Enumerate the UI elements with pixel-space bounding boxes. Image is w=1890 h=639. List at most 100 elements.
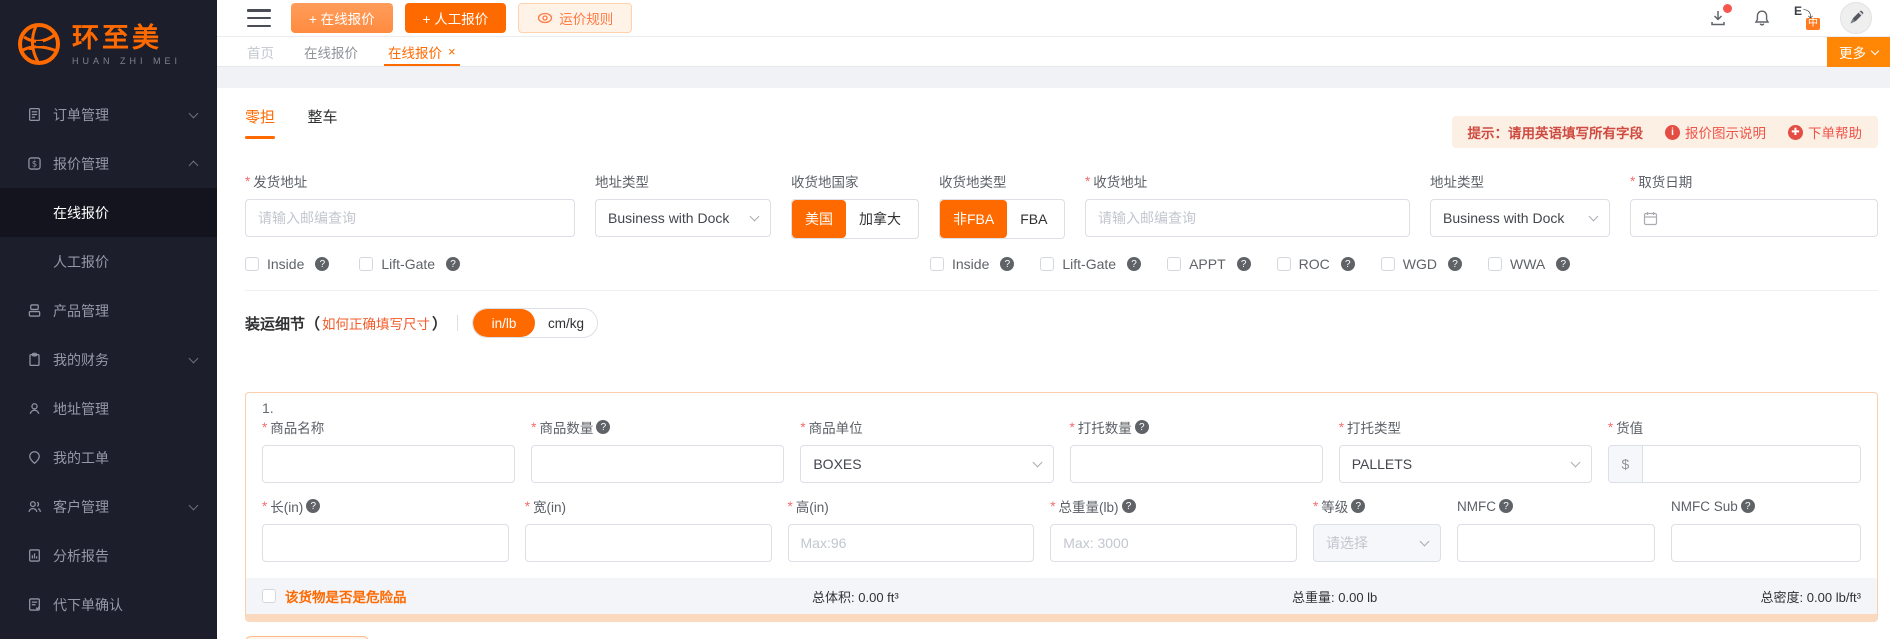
manual-quote-button[interactable]: + 人工报价 bbox=[405, 3, 507, 33]
help-icon[interactable]: ? bbox=[1448, 257, 1462, 271]
to-type-select[interactable]: Business with Dock bbox=[1430, 199, 1610, 237]
sidebar-item-order-confirm[interactable]: 代下单确认 bbox=[0, 580, 217, 629]
sidebar-item-orders[interactable]: 订单管理 bbox=[0, 90, 217, 139]
dimension-guide-link[interactable]: 如何正确填写尺寸 bbox=[322, 313, 430, 333]
unit-cmkg-option[interactable]: cm/kg bbox=[535, 309, 597, 337]
checkbox[interactable] bbox=[1040, 257, 1054, 271]
bell-icon[interactable] bbox=[1750, 6, 1774, 30]
sidebar-item-reports[interactable]: 分析报告 bbox=[0, 531, 217, 580]
help-icon[interactable]: ? bbox=[1122, 499, 1136, 513]
avatar[interactable] bbox=[1840, 2, 1872, 34]
sidebar-item-quotes[interactable]: $ 报价管理 bbox=[0, 139, 217, 188]
item-unit-field: 商品单位 BOXES bbox=[800, 418, 1053, 483]
non-fba-option[interactable]: 非FBA bbox=[940, 200, 1007, 238]
tab-home[interactable]: 首页 bbox=[247, 37, 274, 66]
hazard-checkbox[interactable]: 该货物是否是危险品 bbox=[262, 586, 812, 606]
download-icon[interactable] bbox=[1706, 6, 1730, 30]
more-button[interactable]: 更多 bbox=[1827, 37, 1890, 67]
sidebar-item-products[interactable]: 产品管理 bbox=[0, 286, 217, 335]
tab-ltl[interactable]: 零担 bbox=[245, 106, 275, 139]
sidebar-item-customers[interactable]: 客户管理 bbox=[0, 482, 217, 531]
nmfc-sub-input[interactable] bbox=[1684, 535, 1848, 551]
checkbox[interactable] bbox=[359, 257, 373, 271]
required-asterisk bbox=[245, 174, 253, 189]
delivery-liftgate-option[interactable]: Lift-Gate? bbox=[1040, 256, 1141, 272]
help-icon[interactable]: ? bbox=[1499, 499, 1513, 513]
help-icon[interactable]: ? bbox=[1351, 499, 1365, 513]
help-icon[interactable]: ? bbox=[596, 420, 610, 434]
close-icon[interactable]: × bbox=[448, 44, 456, 59]
from-type-field: 地址类型 Business with Dock bbox=[595, 172, 771, 239]
chevron-down-icon bbox=[1871, 46, 1879, 54]
item-qty-field: 商品数量? bbox=[531, 418, 784, 483]
rate-rules-button[interactable]: 运价规则 bbox=[518, 3, 632, 33]
from-type-select[interactable]: Business with Dock bbox=[595, 199, 771, 237]
pickup-date-input[interactable] bbox=[1630, 199, 1878, 237]
order-help-link[interactable]: ✚ 下单帮助 bbox=[1788, 122, 1862, 142]
translate-icon[interactable]: E⤵中 bbox=[1794, 6, 1820, 30]
weight-input[interactable] bbox=[1063, 535, 1284, 551]
country-ca-option[interactable]: 加拿大 bbox=[846, 200, 914, 238]
pickup-liftgate-option[interactable]: Lift-Gate? bbox=[359, 256, 460, 272]
checkbox[interactable] bbox=[262, 589, 276, 603]
delivery-appt-option[interactable]: APPT? bbox=[1167, 256, 1251, 272]
sidebar-item-addresses[interactable]: 地址管理 bbox=[0, 384, 217, 433]
delivery-roc-option[interactable]: ROC? bbox=[1277, 256, 1355, 272]
delivery-wgd-option[interactable]: WGD? bbox=[1381, 256, 1462, 272]
country-us-option[interactable]: 美国 bbox=[792, 200, 846, 238]
checkbox[interactable] bbox=[1277, 257, 1291, 271]
ship-from-input[interactable] bbox=[258, 210, 562, 226]
item-unit-select[interactable]: BOXES bbox=[800, 445, 1053, 483]
unit-inlb-option[interactable]: in/lb bbox=[473, 309, 535, 337]
pallet-type-select[interactable]: PALLETS bbox=[1339, 445, 1592, 483]
help-icon[interactable]: ? bbox=[1127, 257, 1141, 271]
length-field: 长(in)? bbox=[262, 497, 509, 562]
confirm-icon bbox=[26, 597, 42, 613]
menu-toggle-icon[interactable] bbox=[247, 9, 271, 27]
length-input[interactable] bbox=[275, 535, 496, 551]
help-icon[interactable]: ? bbox=[446, 257, 460, 271]
pickup-inside-option[interactable]: Inside? bbox=[245, 256, 329, 272]
height-field: 高(in) bbox=[788, 497, 1035, 562]
quote-legend-link[interactable]: i 报价图示说明 bbox=[1665, 122, 1766, 142]
tab-ftl[interactable]: 整车 bbox=[307, 106, 337, 139]
ship-to-input[interactable] bbox=[1098, 210, 1397, 226]
class-select[interactable]: 请选择 bbox=[1313, 524, 1441, 562]
checkbox[interactable] bbox=[1381, 257, 1395, 271]
brand-subtitle: HUAN ZHI MEI bbox=[72, 56, 181, 66]
sidebar-menu: 订单管理 $ 报价管理 在线报价 人工报价 产品管理 我的财务 bbox=[0, 90, 217, 629]
sidebar-item-finance[interactable]: 我的财务 bbox=[0, 335, 217, 384]
value-input[interactable] bbox=[1643, 456, 1860, 472]
help-icon[interactable]: ? bbox=[1741, 499, 1755, 513]
width-input[interactable] bbox=[538, 535, 759, 551]
fba-option[interactable]: FBA bbox=[1007, 200, 1060, 238]
delivery-wwa-option[interactable]: WWA? bbox=[1488, 256, 1570, 272]
help-icon[interactable]: ? bbox=[315, 257, 329, 271]
help-icon[interactable]: ? bbox=[1556, 257, 1570, 271]
pallet-qty-input[interactable] bbox=[1083, 456, 1310, 472]
required-asterisk bbox=[1339, 420, 1347, 435]
notification-dot bbox=[1723, 4, 1732, 13]
dest-type-toggle: 非FBA FBA bbox=[939, 199, 1065, 239]
help-icon[interactable]: ? bbox=[306, 499, 320, 513]
checkbox[interactable] bbox=[930, 257, 944, 271]
sidebar-item-tickets[interactable]: 我的工单 bbox=[0, 433, 217, 482]
help-icon[interactable]: ? bbox=[1135, 420, 1149, 434]
sidebar-item-manual-quote[interactable]: 人工报价 bbox=[0, 237, 217, 286]
help-icon[interactable]: ? bbox=[1237, 257, 1251, 271]
checkbox[interactable] bbox=[1488, 257, 1502, 271]
height-input[interactable] bbox=[801, 535, 1022, 551]
online-quote-button[interactable]: + 在线报价 bbox=[291, 3, 393, 33]
item-qty-input[interactable] bbox=[544, 456, 771, 472]
help-icon[interactable]: ? bbox=[1341, 257, 1355, 271]
help-icon[interactable]: ? bbox=[1000, 257, 1014, 271]
nmfc-input[interactable] bbox=[1470, 535, 1642, 551]
sidebar-item-online-quote[interactable]: 在线报价 bbox=[0, 188, 217, 237]
item-name-input[interactable] bbox=[275, 456, 502, 472]
tab-online-quote-active[interactable]: 在线报价 × bbox=[388, 37, 456, 66]
tab-online-quote[interactable]: 在线报价 bbox=[304, 37, 358, 66]
delivery-inside-option[interactable]: Inside? bbox=[930, 256, 1014, 272]
checkbox[interactable] bbox=[1167, 257, 1181, 271]
brand-logo[interactable]: 环至美 HUAN ZHI MEI bbox=[0, 0, 217, 86]
checkbox[interactable] bbox=[245, 257, 259, 271]
